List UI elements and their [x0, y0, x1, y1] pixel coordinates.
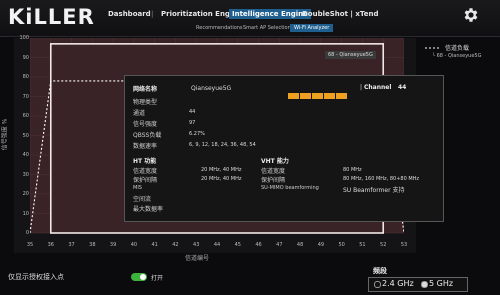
gear-icon[interactable]	[462, 6, 480, 24]
signal-bar	[312, 93, 323, 99]
ht-title: HT 功能	[133, 158, 157, 165]
vht-row-label: 信道宽度	[261, 168, 286, 175]
x-tick-label: 38	[89, 242, 96, 248]
x-tick-label: 36	[47, 242, 54, 248]
x-tick-label: 43	[193, 242, 200, 248]
band-24-radio[interactable]	[374, 281, 381, 288]
y-tick-label: 20	[22, 191, 29, 197]
y-tick-label: 80	[22, 74, 29, 80]
channel-value: 44	[398, 84, 407, 91]
signal-bar	[288, 93, 299, 99]
x-tick-label: 45	[234, 242, 241, 248]
channel-separator: |	[360, 84, 363, 91]
row-value: 97	[189, 120, 196, 126]
channel-label: Channel	[364, 84, 392, 91]
signal-bar	[324, 93, 335, 99]
subtab-recommendations[interactable]: Recommendations	[196, 25, 243, 31]
vht-row-value: SU Beamformer 支持	[343, 187, 405, 194]
ht-row-label: 最大数据率	[133, 206, 164, 213]
ssid-tag: 68 - Qianseyue5G	[325, 51, 376, 59]
legend-entry: └ 68 - Qianseyue5G	[432, 53, 482, 59]
tab-intelligence-engine[interactable]: Intelligence Engine	[229, 9, 311, 19]
row-value: 6, 9, 12, 18, 24, 36, 48, 54	[189, 142, 256, 148]
tab-doubleshot-xtend[interactable]: DoubleShot | xTend	[302, 10, 378, 18]
network-detail-popup: 网络名称 Qianseyue5G | Channel 44 物理类型 通道 44…	[124, 75, 444, 222]
x-tick-label: 53	[400, 242, 408, 248]
app-logo: KiLLER	[8, 5, 95, 29]
row-label: 数据速率	[133, 143, 158, 150]
x-tick-label: 47	[276, 242, 283, 248]
band-5-label[interactable]: 5 GHz	[429, 279, 453, 288]
authorized-ap-toggle[interactable]	[131, 273, 147, 281]
row-value: 44	[189, 109, 196, 115]
row-value: 6.27%	[189, 131, 205, 137]
legend-entry-label: 68 - Qianseyue5G	[436, 53, 482, 59]
y-tick-label: 60	[22, 113, 29, 119]
band-5-radio[interactable]	[421, 281, 428, 288]
vht-title: VHT 能力	[261, 158, 289, 165]
vht-row-label: SU-MIMO beamforming	[261, 185, 319, 191]
band-title: 频段	[373, 267, 387, 275]
subtab-wifi-analyzer[interactable]: Wi-Fi Analyzer	[290, 24, 334, 32]
x-tick-label: 39	[109, 242, 117, 248]
subtab-smart-ap-selection[interactable]: Smart AP Selection	[243, 25, 291, 31]
row-label: 物理类型	[133, 99, 158, 106]
y-tick-label: 30	[22, 171, 29, 178]
band-24-label[interactable]: 2.4 GHz	[382, 279, 414, 288]
vht-row-label: 保护间隔	[261, 177, 286, 184]
x-tick-label: 49	[317, 242, 325, 248]
vht-row-value: 80 MHz, 160 MHz, 80+80 MHz	[343, 176, 420, 182]
ht-row-label: 保护间隔	[133, 177, 158, 184]
network-name-label: 网络名称	[133, 86, 158, 93]
x-tick-label: 51	[359, 242, 366, 248]
y-tick-label: 70	[22, 93, 29, 100]
x-tick-label: 48	[296, 242, 304, 248]
toggle-knob	[140, 274, 146, 280]
x-tick-label: 42	[172, 242, 179, 248]
x-tick-label: 40	[130, 242, 138, 248]
x-tick-label: 46	[255, 242, 262, 248]
row-label: QBSS负载	[133, 132, 162, 139]
x-tick-label: 50	[338, 242, 345, 248]
tab-separator: |	[151, 10, 154, 18]
ht-row-label: MIS	[133, 185, 142, 191]
signal-bar	[336, 93, 347, 99]
y-tick-label: 40	[22, 152, 29, 158]
y-tick-label: 100	[19, 35, 29, 41]
band-selector: 2.4 GHz 5 GHz	[368, 277, 468, 292]
legend-title: 信道负载	[445, 45, 470, 52]
tab-dashboard[interactable]: Dashboard	[108, 10, 151, 18]
x-tick-label: 37	[68, 242, 75, 248]
row-label: 信号强度	[133, 121, 158, 128]
authorized-ap-filter-label: 仅显示授权接入点	[8, 273, 64, 281]
x-tick-label: 35	[26, 242, 34, 248]
ht-row-value: 20 MHz, 40 MHz	[201, 167, 242, 173]
ht-row-label: 空间流	[133, 196, 152, 203]
network-name-value: Qianseyue5G	[191, 85, 232, 92]
title-bar: KiLLER Dashboard | Prioritization Engine…	[0, 0, 500, 37]
signal-strength-bars	[288, 84, 348, 103]
y-tick-label: 50	[22, 132, 29, 139]
ht-row-label: 信道宽度	[133, 168, 158, 175]
signal-bar	[300, 93, 311, 99]
x-tick-label: 44	[213, 242, 221, 248]
y-tick-label: 0	[25, 230, 29, 236]
y-tick-label: 10	[22, 210, 29, 217]
x-axis-label: 信道编号	[185, 255, 210, 262]
x-tick-label: 52	[380, 242, 387, 248]
ht-row-value: 20 MHz, 40 MHz	[201, 176, 242, 182]
row-label: 通道	[133, 110, 146, 117]
y-tick-label: 90	[22, 54, 29, 61]
y-axis-label: 信号强度 %	[1, 118, 9, 151]
toggle-state-label: 打开	[151, 275, 164, 282]
x-tick-label: 41	[151, 242, 158, 248]
vht-row-value: 80 MHz	[343, 167, 362, 173]
